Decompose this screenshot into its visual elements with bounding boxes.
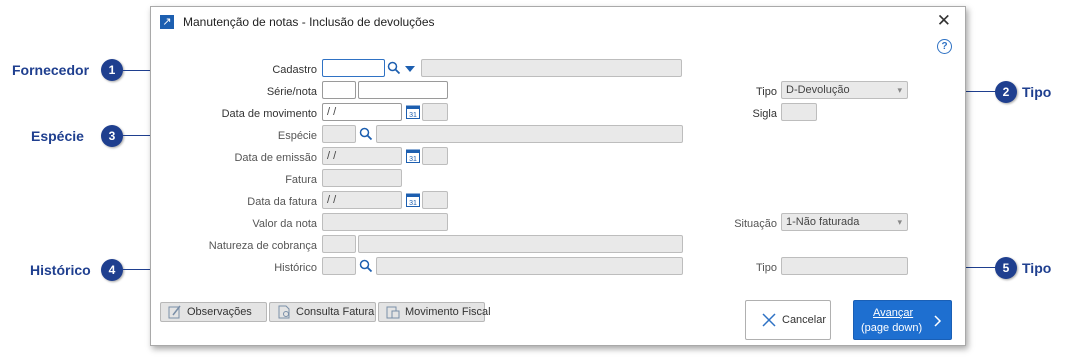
calendar-icon[interactable]: 31 [406,104,420,119]
historico-code-field[interactable] [322,257,356,275]
data-fatura-label: Data da fatura [247,196,317,208]
cancel-button[interactable]: Cancelar [745,300,831,340]
tipo-select[interactable]: D-Devolução ▾ [781,81,908,99]
sigla-label: Sigla [752,108,777,120]
search-icon[interactable] [359,259,373,273]
chevron-right-icon [934,315,942,327]
especie-desc-field [376,125,683,143]
valor-nota-label: Valor da nota [252,218,317,230]
callout-badge-5: 5 [995,257,1017,279]
calendar-icon[interactable]: 31 [406,192,420,207]
serie-input[interactable] [322,81,356,99]
situacao-label: Situação [734,218,777,230]
search-icon[interactable] [359,127,373,141]
cadastro-label: Cadastro [272,64,317,76]
svg-text:31: 31 [409,156,417,163]
fatura-field[interactable] [322,169,402,187]
historico-label: Histórico [274,262,317,274]
dialog-window: ↗ Manutenção de notas - Inclusão de devo… [150,6,966,346]
dropdown-arrow-icon[interactable] [405,66,415,73]
consulta-fatura-button[interactable]: Consulta Fatura [269,302,376,322]
movimento-fiscal-label: Movimento Fiscal [405,306,491,318]
especie-code-field[interactable] [322,125,356,143]
window-title: Manutenção de notas - Inclusão de devolu… [183,15,435,29]
svg-text:31: 31 [409,200,417,207]
x-icon [762,313,776,327]
natureza-label: Natureza de cobrança [208,240,317,252]
data-movimento-input[interactable]: / / [322,103,402,121]
callout-badge-2: 2 [995,81,1017,103]
search-icon[interactable] [387,61,401,75]
next-label: Avançar [873,307,914,319]
callout-label-fornecedor: Fornecedor [12,62,90,78]
natureza-code-field[interactable] [322,235,356,253]
next-button[interactable]: Avançar (page down) [853,300,952,340]
observacoes-label: Observações [187,306,252,318]
cadastro-input[interactable] [322,59,385,77]
callout-label-historico: Histórico [30,262,91,278]
invoice-icon [278,305,290,319]
callout-label-tipo-2: Tipo [1022,260,1052,276]
cadastro-name-field [421,59,682,77]
sigla-field [781,103,817,121]
situacao-select[interactable]: 1-Não faturada ▾ [781,213,908,231]
data-emissao-field[interactable]: / / [322,147,402,165]
especie-label: Espécie [277,130,317,142]
data-movimento-label: Data de movimento [221,108,317,120]
data-emissao-label: Data de emissão [234,152,317,164]
calendar-icon[interactable]: 31 [406,148,420,163]
svg-text:31: 31 [409,112,417,119]
valor-nota-field[interactable] [322,213,448,231]
help-icon[interactable]: ? [937,39,952,54]
close-icon[interactable]: ✕ [937,11,951,31]
chevron-down-icon: ▾ [897,85,902,95]
observacoes-button[interactable]: Observações [160,302,267,322]
serie-label: Série/nota [266,86,317,98]
callout-badge-4: 4 [101,259,123,281]
tipo2-label: Tipo [756,262,777,274]
tipo2-field [781,257,908,275]
situacao-value: 1-Não faturada [786,216,860,228]
window-icon: ↗ [160,15,174,29]
historico-desc-field [376,257,683,275]
observations-icon [168,305,181,319]
next-sublabel: (page down) [861,322,923,334]
data-fatura-field[interactable]: / / [322,191,402,209]
tipo-value: D-Devolução [786,84,850,96]
callout-label-especie: Espécie [31,128,84,144]
data-movimento-extra [422,103,448,121]
data-emissao-extra [422,147,448,165]
chevron-down-icon: ▾ [897,217,902,227]
data-fatura-extra [422,191,448,209]
movimento-fiscal-button[interactable]: Movimento Fiscal [378,302,491,322]
callout-badge-3: 3 [101,125,123,147]
consulta-fatura-label: Consulta Fatura [296,306,375,318]
cancel-label: Cancelar [782,314,827,326]
callout-label-tipo: Tipo [1022,84,1052,100]
fiscal-icon [386,306,400,319]
nota-input[interactable] [358,81,448,99]
tipo-label: Tipo [756,86,777,98]
fatura-label: Fatura [285,174,317,186]
callout-badge-1: 1 [101,59,123,81]
natureza-desc-field [358,235,683,253]
